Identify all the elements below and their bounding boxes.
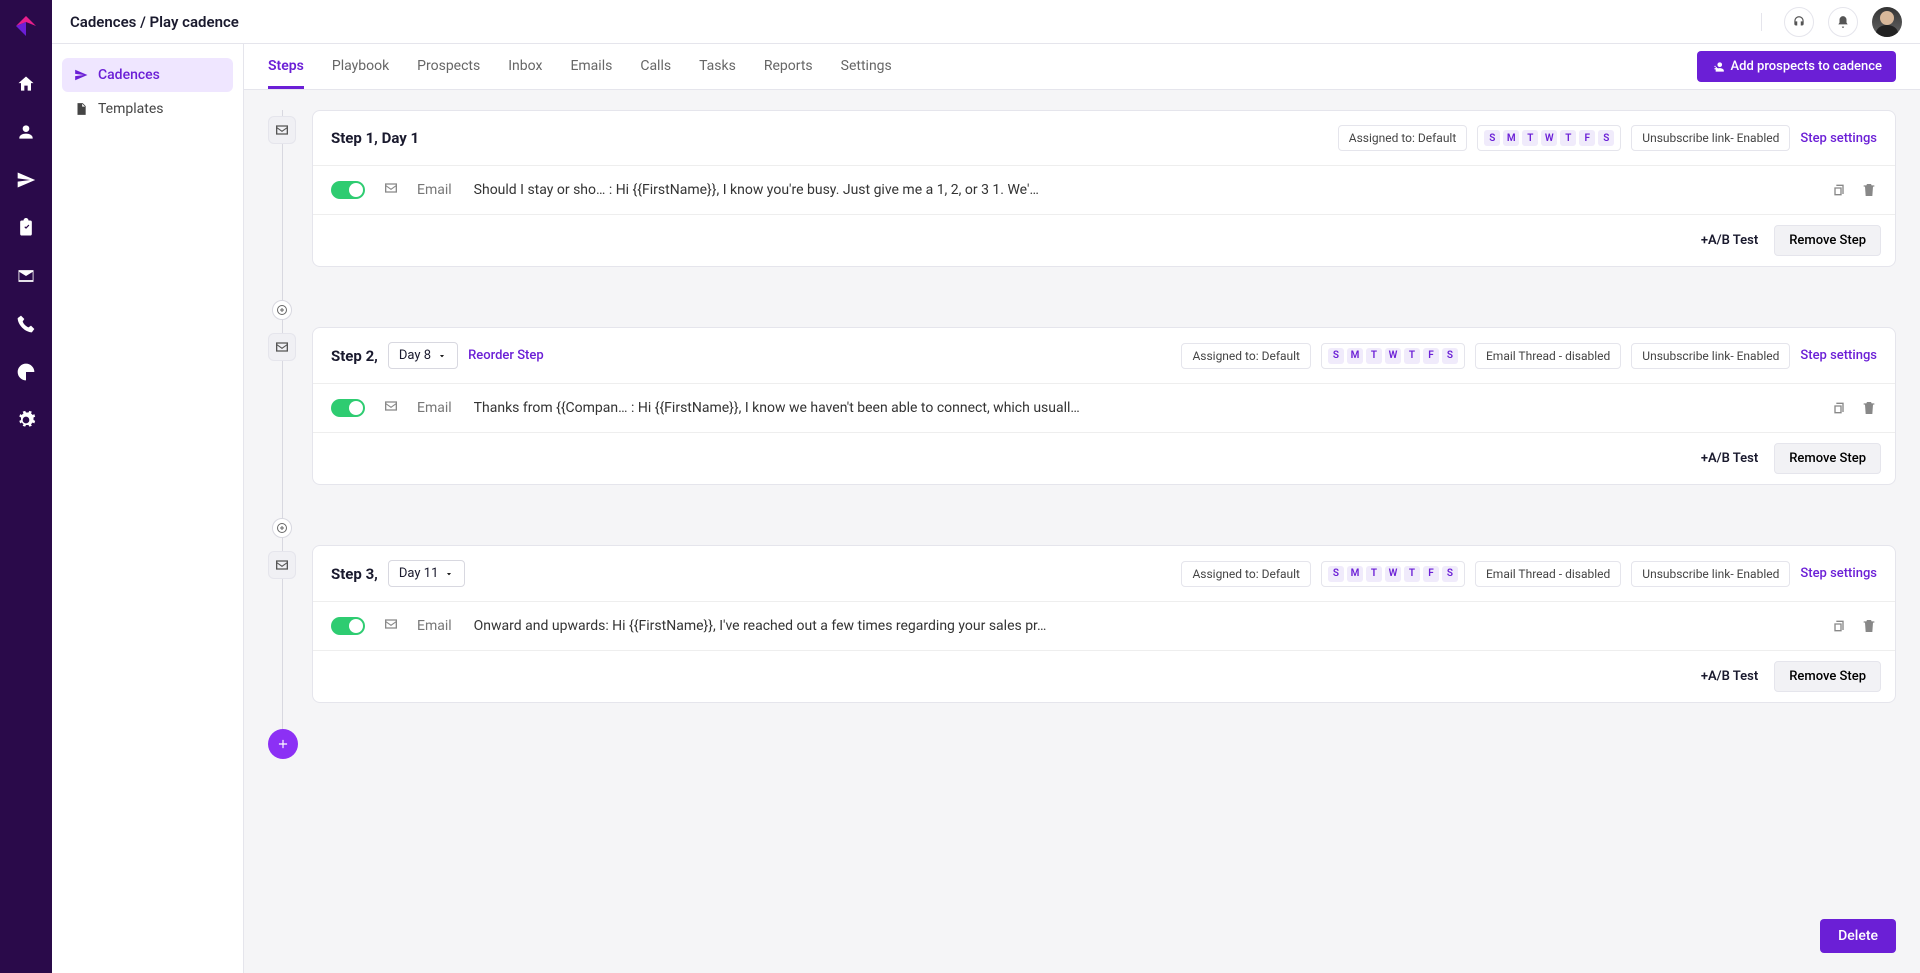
tab-prospects[interactable]: Prospects [417,46,480,88]
tabs: Steps Playbook Prospects Inbox Emails Calls Ta… [244,44,1920,90]
step-settings-link[interactable]: Step settings [1800,566,1877,581]
unsub-chip: Unsubscribe link- Enabled [1631,561,1790,587]
rail-person-icon[interactable] [14,120,38,144]
step-title: Step 3, [331,565,378,583]
day-select[interactable]: Day 11 [388,560,466,587]
row-type: Email [417,618,452,634]
ab-test-link[interactable]: +A/B Test [1701,451,1758,466]
row-subject: Thanks from {{Compan… : Hi {{FirstName}}… [474,400,1813,416]
row-subject: Onward and upwards: Hi {{FirstName}}, I'… [474,618,1813,634]
sidebar-item-cadences[interactable]: Cadences [62,58,233,92]
step-node-icon [268,116,296,144]
app-logo [14,14,38,38]
apps-icon[interactable] [1741,13,1762,31]
add-prospects-button[interactable]: Add prospects to cadence [1697,51,1896,82]
assigned-chip: Assigned to: Default [1338,125,1468,151]
step-title: Step 1, Day 1 [331,129,419,147]
step-card: Step 2, Day 8 Reorder Step Assigned to: Def… [312,327,1896,485]
delete-button[interactable]: Delete [1820,919,1896,953]
rail-mail-icon[interactable] [14,264,38,288]
step-toggle[interactable] [331,399,365,417]
mail-icon [383,180,399,200]
step-node-icon [268,551,296,579]
days-chip: SMTWTFS [1321,561,1465,587]
sidebar-item-label: Templates [98,101,164,117]
thread-chip: Email Thread - disabled [1475,343,1621,369]
rail-clipboard-icon[interactable] [14,216,38,240]
step-settings-link[interactable]: Step settings [1800,348,1877,363]
thread-chip: Email Thread - disabled [1475,561,1621,587]
days-chip: SMTWTFS [1477,125,1621,151]
remove-step-button[interactable]: Remove Step [1774,661,1881,692]
topbar: Cadences / Play cadence [52,0,1920,44]
mail-icon [383,398,399,418]
remove-step-button[interactable]: Remove Step [1774,225,1881,256]
rail-chart-icon[interactable] [14,360,38,384]
sidebar-item-templates[interactable]: Templates [62,92,233,126]
user-avatar[interactable] [1872,7,1902,37]
days-chip: SMTWTFS [1321,343,1465,369]
tab-tasks[interactable]: Tasks [699,46,736,88]
bell-icon[interactable] [1828,7,1858,37]
row-type: Email [417,182,452,198]
step-toggle[interactable] [331,617,365,635]
copy-icon[interactable] [1831,618,1847,634]
step-title: Step 2, [331,347,378,365]
breadcrumb: Cadences / Play cadence [70,13,239,31]
tab-reports[interactable]: Reports [764,46,813,88]
trash-icon[interactable] [1861,182,1877,198]
trash-icon[interactable] [1861,400,1877,416]
step-node-icon [268,333,296,361]
rail-phone-icon[interactable] [14,312,38,336]
nav-rail [0,0,52,973]
mail-icon [383,616,399,636]
trash-icon[interactable] [1861,618,1877,634]
unsub-chip: Unsubscribe link- Enabled [1631,125,1790,151]
rail-home-icon[interactable] [14,72,38,96]
step-settings-link[interactable]: Step settings [1800,131,1877,146]
insert-step-button[interactable] [272,300,292,320]
add-step-button[interactable] [268,729,298,759]
tab-inbox[interactable]: Inbox [508,46,542,88]
assigned-chip: Assigned to: Default [1181,561,1311,587]
ab-test-link[interactable]: +A/B Test [1701,669,1758,684]
headset-icon[interactable] [1784,7,1814,37]
ab-test-link[interactable]: +A/B Test [1701,233,1758,248]
reorder-step-link[interactable]: Reorder Step [468,348,544,363]
sidebar: Cadences Templates [52,44,244,973]
step-card: Step 1, Day 1 Assigned to: Default SMTWTFS… [312,110,1896,267]
row-type: Email [417,400,452,416]
tab-steps[interactable]: Steps [268,46,304,89]
copy-icon[interactable] [1831,182,1847,198]
tab-emails[interactable]: Emails [570,46,612,88]
rail-send-icon[interactable] [14,168,38,192]
tab-playbook[interactable]: Playbook [332,46,389,88]
step-toggle[interactable] [331,181,365,199]
remove-step-button[interactable]: Remove Step [1774,443,1881,474]
copy-icon[interactable] [1831,400,1847,416]
day-select[interactable]: Day 8 [388,342,458,369]
rail-settings-icon[interactable] [14,408,38,432]
tab-calls[interactable]: Calls [640,46,671,88]
unsub-chip: Unsubscribe link- Enabled [1631,343,1790,369]
assigned-chip: Assigned to: Default [1181,343,1311,369]
insert-step-button[interactable] [272,518,292,538]
row-subject: Should I stay or sho… : Hi {{FirstName}}… [474,182,1813,198]
sidebar-item-label: Cadences [98,67,160,83]
step-card: Step 3, Day 11 Assigned to: Default SMTWTFS… [312,545,1896,703]
tab-settings[interactable]: Settings [841,46,892,88]
